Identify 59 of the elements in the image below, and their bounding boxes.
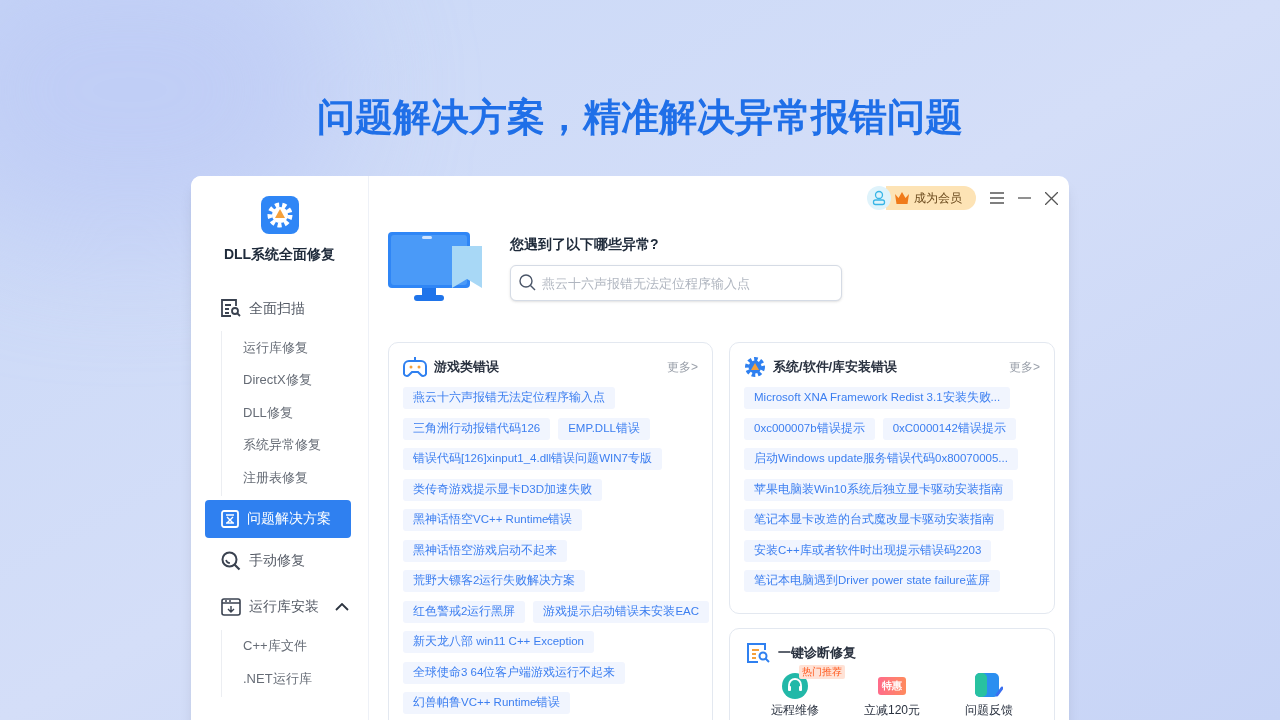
crown-icon (894, 191, 910, 205)
scan-icon (221, 299, 241, 317)
more-link[interactable]: 更多> (667, 358, 698, 376)
error-tag[interactable]: 新天龙八部 win11 C++ Exception (403, 631, 595, 653)
search-field[interactable]: 燕云十六声报错无法定位程序输入点 (510, 265, 842, 301)
error-tag[interactable]: Microsoft XNA Framework Redist 3.1安装失败... (744, 387, 1011, 409)
error-tag[interactable]: 黑神话悟空游戏启动不起来 (403, 539, 567, 562)
card-title: 一键诊断修复 (778, 643, 856, 662)
magnifier-icon (221, 550, 241, 571)
error-tag[interactable]: 黑神话悟空VC++ Runtime错误 (403, 509, 583, 531)
error-tag[interactable]: 笔记本显卡改造的台式魔改显卡驱动安装指南 (744, 509, 1004, 531)
sidebar-subitem[interactable]: DirectX修复 (222, 363, 368, 396)
error-tag[interactable]: 幻兽帕鲁VC++ Runtime错误 (403, 692, 571, 714)
question-heading: 您遇到了以下哪些异常? (510, 235, 660, 253)
scan-icon (746, 641, 770, 664)
gamepad-icon (403, 356, 427, 378)
sidebar-subitem[interactable]: 系统异常修复 (222, 428, 368, 461)
error-tag[interactable]: 三角洲行动报错代码126 (403, 417, 551, 440)
tool-button[interactable]: 特惠 立减120元 (852, 672, 932, 718)
hot-badge: 热门推荐 (798, 664, 845, 679)
more-link[interactable]: 更多> (1009, 358, 1040, 376)
sidebar-item[interactable]: 运行库安装 (205, 583, 351, 630)
sidebar-subitem[interactable]: 注册表修复 (222, 461, 368, 494)
solution-icon (221, 509, 239, 528)
card-title: 系统/软件/库安装错误 (773, 358, 898, 377)
sidebar-item[interactable]: 全面扫描 (205, 285, 351, 331)
member-button[interactable]: 成为会员 (886, 186, 976, 210)
page-headline: 问题解决方案，精准解决异常报错问题 (317, 94, 963, 141)
error-tag[interactable]: 笔记本电脑遇到Driver power state failure蓝屏 (744, 570, 1000, 592)
error-tag[interactable]: 红色警戒2运行黑屏 (403, 600, 526, 623)
sidebar-item[interactable]: 问题解决方案 (205, 499, 351, 538)
discount-icon: 特惠 (878, 676, 906, 695)
error-tag[interactable]: 游戏提示启动错误未安装EAC (533, 600, 710, 623)
close-icon[interactable] (1045, 191, 1058, 205)
sidebar-subitem[interactable]: .NET运行库 (222, 662, 368, 695)
error-tag[interactable]: 荒野大镖客2运行失败解决方案 (403, 570, 586, 592)
sidebar-subitem[interactable]: 运行库修复 (222, 331, 368, 364)
error-tag[interactable]: 全球使命3 64位客户端游戏运行不起来 (403, 661, 626, 684)
error-tag[interactable]: EMP.DLL错误 (558, 417, 650, 440)
gear-warning-icon (744, 356, 766, 378)
error-tag[interactable]: 苹果电脑装Win10系统后独立显卡驱动安装指南 (744, 478, 1013, 501)
search-icon (519, 274, 536, 291)
error-tag[interactable]: 错误代码[126]xinput1_4.dll错误问题WIN7专版 (403, 448, 662, 470)
error-tag[interactable]: 类传奇游戏提示显卡D3D加速失败 (403, 478, 602, 501)
chevron-up-icon[interactable] (335, 602, 349, 611)
download-window-icon (221, 597, 241, 616)
sidebar-subitem[interactable]: C++库文件 (222, 629, 368, 662)
gear-warning-icon (260, 196, 299, 234)
error-tag[interactable]: 0xc000007b错误提示 (744, 417, 875, 440)
error-tag[interactable]: 启动Windows update服务错误代码0x80070005... (744, 448, 1018, 470)
error-tag[interactable]: 燕云十六声报错无法定位程序输入点 (403, 387, 615, 409)
error-tag[interactable]: 0xC0000142错误提示 (882, 417, 1016, 440)
tool-button[interactable]: 问题反馈 (949, 672, 1030, 718)
menu-icon[interactable] (990, 192, 1004, 204)
sidebar-item[interactable]: 手动修复 (205, 537, 351, 584)
error-tag[interactable]: 安装C++库或者软件时出现提示错误码2203 (744, 539, 992, 562)
card-title: 游戏类错误 (434, 358, 499, 377)
sidebar-subitem[interactable]: DLL修复 (222, 396, 368, 429)
app-name: DLL系统全面修复 (223, 245, 336, 264)
